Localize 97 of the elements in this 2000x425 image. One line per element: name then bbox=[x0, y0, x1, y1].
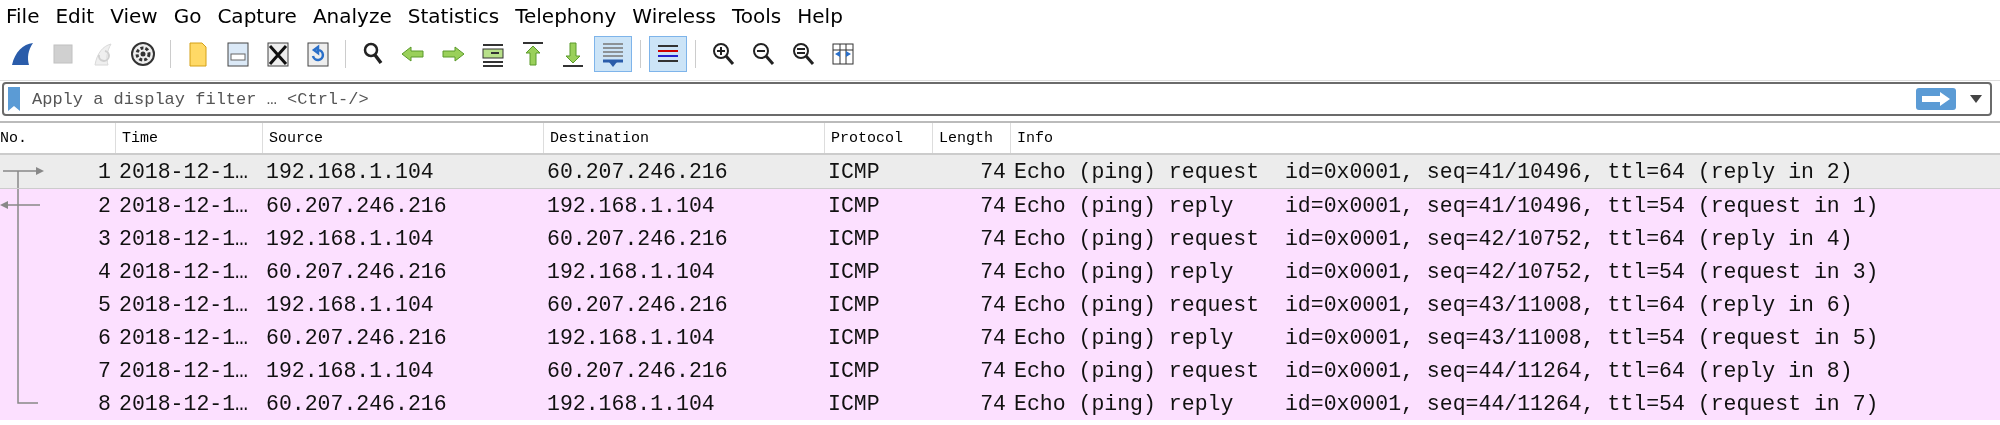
table-cell-text: Echo (ping) reply id=0x0001, seq=42/10752, ttl=54 (request in 3) bbox=[1013, 259, 1880, 284]
table-cell-text: 6 bbox=[97, 325, 112, 350]
packet-row[interactable]: 2 2018-12-1… 60.207.246.216 192.168.1.104 ICMP 74 Echo (ping) reply id=0x0001, seq=41/10496, ttl=54 (request in 1) bbox=[0, 189, 2000, 222]
packet-row[interactable]: 5 2018-12-1… 192.168.1.104 60.207.246.216 ICMP 74 Echo (ping) request id=0x0001, seq=43/11008, ttl=64 (reply in 6) bbox=[0, 288, 2000, 321]
close-file-icon bbox=[264, 40, 292, 68]
packet-row[interactable]: 7 2018-12-1… 192.168.1.104 60.207.246.216 ICMP 74 Echo (ping) request id=0x0001, seq=44/11264, ttl=64 (reply in 8) bbox=[0, 354, 2000, 387]
table-cell-text: 74 bbox=[979, 159, 1007, 184]
menu-item[interactable]: View bbox=[106, 4, 170, 28]
table-cell-text: 192.168.1.104 bbox=[265, 292, 435, 317]
column-header[interactable]: No. bbox=[0, 123, 115, 153]
column-header[interactable]: Time bbox=[115, 123, 262, 153]
table-cell-text: ICMP bbox=[827, 159, 881, 184]
menu-item[interactable]: Wireless bbox=[628, 4, 728, 28]
menu-item[interactable]: Analyze bbox=[308, 4, 404, 28]
table-cell-text: 7 bbox=[97, 358, 112, 383]
packet-row[interactable]: 6 2018-12-1… 60.207.246.216 192.168.1.104 ICMP 74 Echo (ping) reply id=0x0001, seq=43/11008, ttl=54 (request in 5) bbox=[0, 321, 2000, 354]
table-cell-text: 60.207.246.216 bbox=[546, 226, 729, 251]
table-cell-text: 74 bbox=[979, 391, 1007, 416]
table-cell-text: 2018-12-1… bbox=[118, 391, 250, 416]
table-cell-text: 74 bbox=[979, 259, 1007, 284]
table-cell-text: 3 bbox=[97, 226, 112, 251]
table-cell-text: 74 bbox=[979, 292, 1007, 317]
table-cell-text: Echo (ping) request id=0x0001, seq=41/10496, ttl=64 (reply in 2) bbox=[1013, 159, 1854, 184]
apply-filter-button[interactable] bbox=[1916, 88, 1956, 110]
table-cell-text: ICMP bbox=[827, 358, 881, 383]
table-cell-text: ICMP bbox=[827, 259, 881, 284]
table-cell-text: 74 bbox=[979, 226, 1007, 251]
table-cell-text: 60.207.246.216 bbox=[265, 193, 448, 218]
column-header[interactable]: Length bbox=[932, 123, 1010, 153]
menu-item[interactable]: Capture bbox=[213, 4, 309, 28]
table-cell-text: Echo (ping) reply id=0x0001, seq=41/10496, ttl=54 (request in 1) bbox=[1013, 193, 1880, 218]
column-header[interactable]: Destination bbox=[543, 123, 824, 153]
table-cell-text: ICMP bbox=[827, 193, 881, 218]
column-header[interactable]: Info bbox=[1010, 123, 2000, 153]
table-cell-text: 4 bbox=[97, 259, 112, 284]
table-cell-text: 5 bbox=[97, 292, 112, 317]
table-cell-text: ICMP bbox=[827, 226, 881, 251]
table-cell-text: 60.207.246.216 bbox=[265, 391, 448, 416]
file-icon bbox=[224, 40, 252, 68]
table-cell-text: 74 bbox=[979, 193, 1007, 218]
right-arrow-icon bbox=[1922, 92, 1950, 106]
table-cell-text: 2 bbox=[97, 193, 112, 218]
table-cell-text: 2018-12-1… bbox=[118, 292, 250, 317]
column-header[interactable]: Source bbox=[262, 123, 543, 153]
table-cell-text: Echo (ping) reply id=0x0001, seq=44/11264, ttl=54 (request in 7) bbox=[1013, 391, 1880, 416]
table-cell-text: 74 bbox=[979, 325, 1007, 350]
reload-icon bbox=[304, 40, 332, 68]
table-cell-text: 1 bbox=[97, 159, 112, 184]
table-cell-text: 8 bbox=[97, 391, 112, 416]
packet-row[interactable]: 4 2018-12-1… 60.207.246.216 192.168.1.104 ICMP 74 Echo (ping) reply id=0x0001, seq=42/10752, ttl=54 (request in 3) bbox=[0, 255, 2000, 288]
table-cell-text: 2018-12-1… bbox=[118, 193, 250, 218]
table-cell-text: 192.168.1.104 bbox=[546, 325, 716, 350]
reply-link-icon bbox=[0, 189, 40, 222]
table-cell-text: ICMP bbox=[827, 325, 881, 350]
link-end-line bbox=[17, 387, 38, 404]
packet-row[interactable]: 3 2018-12-1… 192.168.1.104 60.207.246.216 ICMP 74 Echo (ping) request id=0x0001, seq=42/10752, ttl=64 (reply in 4) bbox=[0, 222, 2000, 255]
column-header[interactable]: Protocol bbox=[824, 123, 932, 153]
display-filter-field[interactable]: Apply a display filter … <Ctrl-/> bbox=[2, 82, 1992, 116]
table-cell-text: Echo (ping) request id=0x0001, seq=42/10752, ttl=64 (reply in 4) bbox=[1013, 226, 1854, 251]
table-cell-text: ICMP bbox=[827, 391, 881, 416]
table-cell-text: 2018-12-1… bbox=[118, 358, 250, 383]
table-cell-text: 2018-12-1… bbox=[118, 159, 250, 184]
menu-item[interactable]: Go bbox=[169, 4, 214, 28]
menu-item[interactable]: Telephony bbox=[511, 4, 629, 28]
table-cell-text: 74 bbox=[979, 358, 1007, 383]
table-cell-text: ICMP bbox=[827, 292, 881, 317]
table-cell-text: 60.207.246.216 bbox=[265, 325, 448, 350]
menu-item[interactable]: Edit bbox=[51, 4, 107, 28]
table-cell-text: 60.207.246.216 bbox=[265, 259, 448, 284]
table-cell-text: 192.168.1.104 bbox=[546, 259, 716, 284]
table-cell-text: 192.168.1.104 bbox=[546, 391, 716, 416]
table-cell-text: Echo (ping) request id=0x0001, seq=43/11008, ttl=64 (reply in 6) bbox=[1013, 292, 1854, 317]
menu-item[interactable]: File bbox=[2, 4, 52, 28]
packet-row[interactable]: 8 2018-12-1… 60.207.246.216 192.168.1.104 ICMP 74 Echo (ping) reply id=0x0001, seq=44/11264, ttl=54 (request in 7) bbox=[0, 387, 2000, 420]
table-cell-text: 60.207.246.216 bbox=[546, 358, 729, 383]
table-cell-text: 192.168.1.104 bbox=[265, 159, 435, 184]
table-cell-text: 192.168.1.104 bbox=[265, 226, 435, 251]
table-cell-text: 2018-12-1… bbox=[118, 226, 250, 251]
table-cell-text: 2018-12-1… bbox=[118, 259, 250, 284]
table-cell-text: 60.207.246.216 bbox=[546, 159, 729, 184]
table-cell-text: Echo (ping) request id=0x0001, seq=44/11264, ttl=64 (reply in 8) bbox=[1013, 358, 1854, 383]
table-cell-text: 192.168.1.104 bbox=[546, 193, 716, 218]
bookmark-icon bbox=[8, 87, 20, 111]
table-cell-text: Echo (ping) reply id=0x0001, seq=43/11008, ttl=54 (request in 5) bbox=[1013, 325, 1880, 350]
table-cell-text: 60.207.246.216 bbox=[546, 292, 729, 317]
table-cell-text: 2018-12-1… bbox=[118, 325, 250, 350]
toolbar-button[interactable] bbox=[649, 36, 687, 72]
packet-row[interactable]: 1 2018-12-1… 192.168.1.104 60.207.246.216 ICMP 74 Echo (ping) request id=0x0001, seq=41/10496, ttl=64 (reply in 2) bbox=[0, 154, 2000, 189]
request-link-icon bbox=[3, 167, 44, 188]
caret-icon bbox=[1970, 95, 1982, 103]
table-cell-text: 192.168.1.104 bbox=[265, 358, 435, 383]
menu-item[interactable]: Statistics bbox=[403, 4, 512, 28]
menu-item[interactable]: Tools bbox=[728, 4, 794, 28]
gear-icon bbox=[129, 40, 157, 68]
display-filter-input[interactable]: Apply a display filter … <Ctrl-/> bbox=[30, 88, 1906, 110]
resize-columns-icon bbox=[829, 40, 857, 68]
menu-item[interactable]: Help bbox=[793, 4, 855, 28]
